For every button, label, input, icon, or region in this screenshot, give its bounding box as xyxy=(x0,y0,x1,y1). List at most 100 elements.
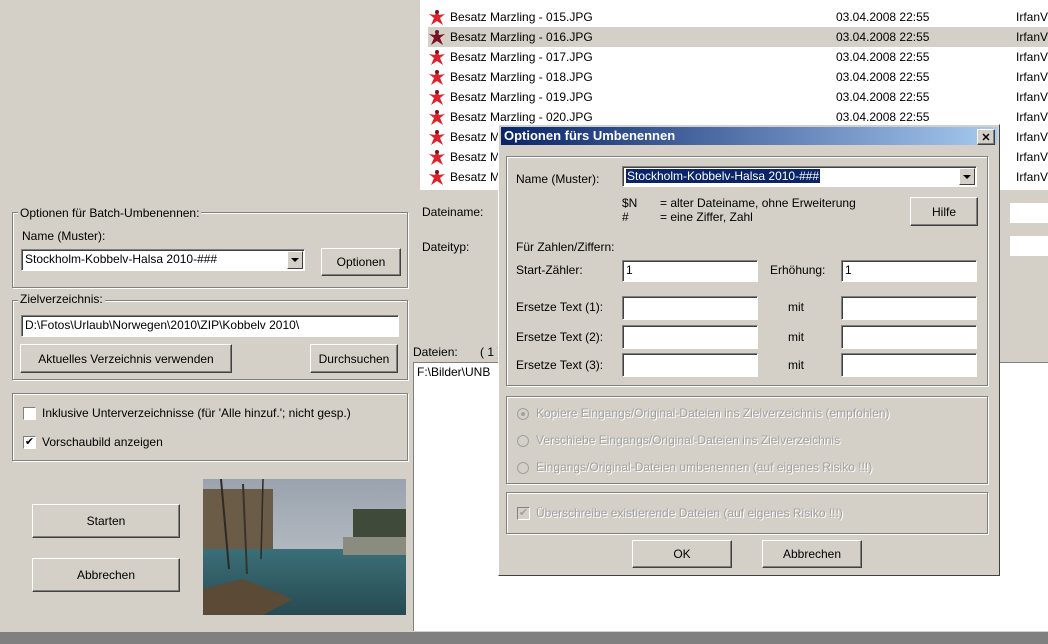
dialog-title-bar[interactable]: Optionen fürs Umbenennen ✕ xyxy=(501,127,997,145)
file-name: Besatz Marzling - 016.JPG xyxy=(450,30,593,44)
increment-input[interactable]: 1 xyxy=(841,260,977,282)
replace-2-label: Ersetze Text (2): xyxy=(516,330,604,344)
show-preview-label: Vorschaubild anzeigen xyxy=(42,435,163,449)
overwrite-label: Überschreibe existierende Dateien (auf e… xyxy=(536,506,843,520)
help-text-n: = alter Dateiname, ohne Erweiterung xyxy=(660,196,856,210)
file-app: IrfanV xyxy=(1016,130,1048,144)
start-counter-label: Start-Zähler: xyxy=(516,263,583,277)
start-button[interactable]: Starten xyxy=(32,504,180,538)
file-row[interactable]: Besatz Marzling - 017.JPG 03.04.2008 22:5… xyxy=(428,47,1048,67)
dialog-title: Optionen fürs Umbenennen xyxy=(504,128,676,143)
file-icon xyxy=(429,130,445,145)
right-field-2[interactable] xyxy=(1010,236,1048,256)
radio-copy[interactable] xyxy=(517,408,529,420)
file-name: Besatz M xyxy=(450,130,501,144)
file-icon xyxy=(429,170,445,185)
file-row[interactable]: Besatz Marzling - 018.JPG 03.04.2008 22:5… xyxy=(428,67,1048,87)
ok-button[interactable]: OK xyxy=(632,540,732,568)
file-app: IrfanV xyxy=(1016,170,1048,184)
file-app: IrfanV xyxy=(1016,90,1048,104)
file-app: IrfanV xyxy=(1016,30,1048,44)
replace-1-input[interactable] xyxy=(622,296,758,320)
file-name: Besatz Marzling - 015.JPG xyxy=(450,10,593,24)
name-pattern-dropdown[interactable]: Stockholm-Kobbelv-Halsa 2010-### xyxy=(21,249,305,271)
help-symbol-hash: # xyxy=(622,210,629,224)
include-subdirs-label: Inklusive Unterverzeichnisse (für 'Alle … xyxy=(42,406,351,420)
replace-1-label: Ersetze Text (1): xyxy=(516,300,604,314)
include-subdirs-checkbox[interactable] xyxy=(23,407,36,420)
dialog-name-value: Stockholm-Kobbelv-Halsa 2010-### xyxy=(626,169,821,183)
chevron-down-icon[interactable] xyxy=(959,168,975,185)
dialog-name-dropdown[interactable]: Stockholm-Kobbelv-Halsa 2010-### xyxy=(622,166,977,187)
browse-button[interactable]: Durchsuchen xyxy=(310,344,398,373)
name-pattern-value: Stockholm-Kobbelv-Halsa 2010-### xyxy=(25,252,218,266)
file-row[interactable]: Besatz Marzling - 019.JPG 03.04.2008 22:5… xyxy=(428,87,1048,107)
file-app: IrfanV xyxy=(1016,50,1048,64)
replace-3-label: Ersetze Text (3): xyxy=(516,358,604,372)
file-icon xyxy=(429,90,445,105)
radio-move[interactable] xyxy=(517,435,529,447)
file-name: Besatz Marzling - 018.JPG xyxy=(450,70,593,84)
file-name: Besatz Marzling - 017.JPG xyxy=(450,50,593,64)
radio-rename-label: Eingangs/Original-Dateien umbenennen (au… xyxy=(536,460,873,474)
target-dir-input[interactable]: D:\Fotos\Urlaub\Norwegen\2010\ZIP\Kobbel… xyxy=(21,315,399,337)
file-icon xyxy=(429,10,445,25)
filetype-label: Dateityp: xyxy=(422,240,470,254)
start-counter-input[interactable]: 1 xyxy=(622,260,758,282)
numbers-label: Für Zahlen/Ziffern: xyxy=(516,240,615,254)
file-row[interactable]: Besatz Marzling - 015.JPG 03.04.2008 22:5… xyxy=(428,7,1048,27)
file-app: IrfanV xyxy=(1016,110,1048,124)
preview-image xyxy=(203,479,406,615)
options-button[interactable]: Optionen xyxy=(321,248,401,276)
replace-3-input[interactable] xyxy=(622,353,758,377)
file-icon xyxy=(429,50,445,65)
filename-label: Dateiname: xyxy=(422,205,484,219)
files-label: Dateien: xyxy=(413,345,458,359)
replace-3-with-input[interactable] xyxy=(841,353,977,377)
checkbox-group xyxy=(12,393,408,461)
file-app: IrfanV xyxy=(1016,70,1048,84)
help-symbol-n: $N xyxy=(622,196,638,210)
with-1-label: mit xyxy=(788,300,804,314)
file-date: 03.04.2008 22:55 xyxy=(836,30,930,44)
file-app: IrfanV xyxy=(1016,10,1048,24)
with-3-label: mit xyxy=(788,358,804,372)
right-field-1[interactable] xyxy=(1010,203,1048,223)
file-app: IrfanV xyxy=(1016,150,1048,164)
file-name: Besatz M xyxy=(450,150,501,164)
file-icon xyxy=(429,110,445,125)
chevron-down-icon[interactable] xyxy=(287,251,303,269)
file-date: 03.04.2008 22:55 xyxy=(836,10,930,24)
file-row[interactable]: Besatz Marzling - 016.JPG 03.04.2008 22:5… xyxy=(428,27,1048,47)
status-strip xyxy=(0,632,1048,644)
name-pattern-label: Name (Muster): xyxy=(22,229,106,243)
close-icon[interactable]: ✕ xyxy=(977,129,995,145)
file-icon xyxy=(429,70,445,85)
increment-label: Erhöhung: xyxy=(770,263,826,277)
dialog-name-label: Name (Muster): xyxy=(516,172,600,186)
help-button[interactable]: Hilfe xyxy=(910,197,978,226)
batch-options-label: Optionen für Batch-Umbenennen: xyxy=(18,206,202,220)
radio-copy-label: Kopiere Eingangs/Original-Dateien ins Zi… xyxy=(536,406,890,420)
file-date: 03.04.2008 22:55 xyxy=(836,70,930,84)
replace-2-input[interactable] xyxy=(622,325,758,349)
overwrite-checkbox[interactable]: ✔ xyxy=(517,507,530,520)
target-dir-label: Zielverzeichnis: xyxy=(18,292,105,306)
with-2-label: mit xyxy=(788,330,804,344)
file-icon xyxy=(429,150,445,165)
show-preview-checkbox[interactable]: ✔ xyxy=(23,436,36,449)
radio-rename[interactable] xyxy=(517,462,529,474)
file-name: Besatz Marzling - 019.JPG xyxy=(450,90,593,104)
cancel-button[interactable]: Abbrechen xyxy=(32,558,180,592)
radio-move-label: Verschiebe Eingangs/Original-Dateien ins… xyxy=(536,433,841,447)
file-date: 03.04.2008 22:55 xyxy=(836,90,930,104)
file-date: 03.04.2008 22:55 xyxy=(836,50,930,64)
file-icon xyxy=(429,30,445,45)
help-text-hash: = eine Ziffer, Zahl xyxy=(660,210,753,224)
use-current-dir-button[interactable]: Aktuelles Verzeichnis verwenden xyxy=(20,344,232,373)
replace-1-with-input[interactable] xyxy=(841,296,977,320)
replace-2-with-input[interactable] xyxy=(841,325,977,349)
files-entry[interactable]: F:\Bilder\UNB xyxy=(417,365,490,379)
dialog-cancel-button[interactable]: Abbrechen xyxy=(762,540,862,568)
file-name: Besatz M xyxy=(450,170,501,184)
